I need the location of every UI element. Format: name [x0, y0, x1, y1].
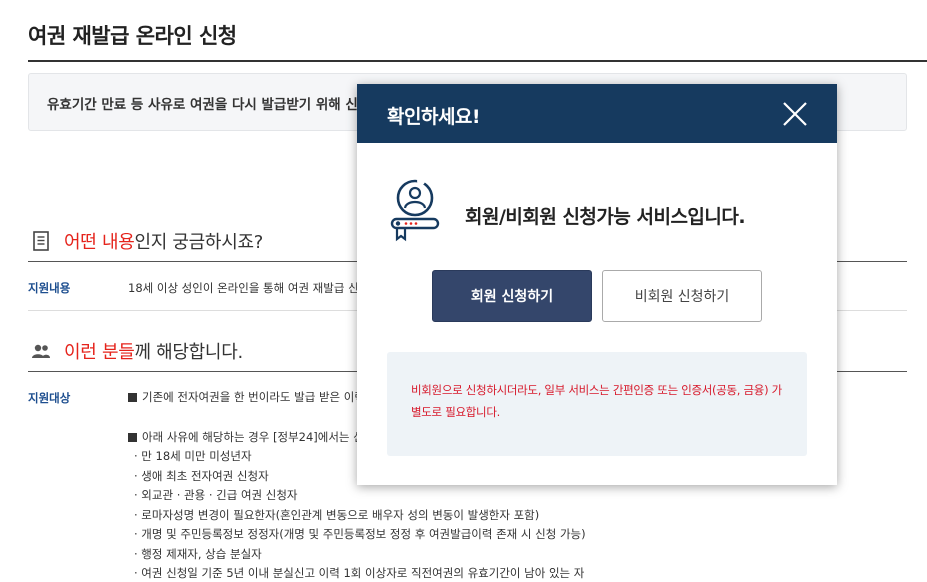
- support-content-label: 지원내용: [28, 281, 71, 295]
- section-target-heading: 이런 분들께 해당합니다.: [30, 338, 243, 364]
- notice-text: 유효기간 만료 등 사유로 여권을 다시 발급받기 위해 신: [47, 97, 358, 113]
- support-target-label: 지원대상: [28, 391, 71, 405]
- section-target-title: 이런 분들께 해당합니다.: [64, 342, 243, 363]
- modal-message: 회원/비회원 신청가능 서비스입니다.: [465, 206, 746, 228]
- guest-apply-button[interactable]: 비회원 신청하기: [602, 270, 762, 322]
- section-content-title: 어떤 내용인지 궁금하시죠?: [64, 232, 263, 253]
- page-title: 여권 재발급 온라인 신청: [28, 24, 237, 48]
- modal-note-box: 비회원으로 신청하시더라도, 일부 서비스는 간편인증 또는 인증서(공동, 금…: [387, 352, 807, 456]
- support-content-text: 18세 이상 성인이 온라인을 통해 여권 재발급 신청: [128, 281, 370, 295]
- list-item: · 외교관 · 관용 · 긴급 여권 신청자: [134, 488, 298, 502]
- modal-note-text: 비회원으로 신청하시더라도, 일부 서비스는 간편인증 또는 인증서(공동, 금…: [411, 383, 782, 419]
- member-apply-button[interactable]: 회원 신청하기: [432, 270, 592, 322]
- close-icon[interactable]: [781, 100, 809, 128]
- user-key-icon: [389, 177, 441, 248]
- modal-title: 확인하세요!: [387, 106, 481, 128]
- list-item: · 행정 제재자, 상습 분실자: [134, 546, 262, 561]
- list-item: · 로마자성명 변경이 필요한자(혼인관계 변동으로 배우자 성의 변동이 발생…: [134, 507, 540, 522]
- title-divider: [28, 60, 927, 62]
- modal-header: 확인하세요!: [357, 84, 837, 143]
- document-icon: [30, 230, 52, 252]
- people-icon: [30, 340, 52, 362]
- confirm-modal: 확인하세요! 회원/비회원 신청가능 서비스입니다. 회원 신청하기 비회원 신…: [357, 84, 837, 485]
- list-item: · 여권 신청일 기준 5년 이내 분실신고 이력 1회 이상자로 직전여권의 …: [134, 566, 585, 580]
- section-content-heading: 어떤 내용인지 궁금하시죠?: [30, 228, 263, 254]
- list-item: · 개명 및 주민등록정보 정정자(개명 및 주민등록정보 정정 후 여권발급이…: [134, 527, 586, 541]
